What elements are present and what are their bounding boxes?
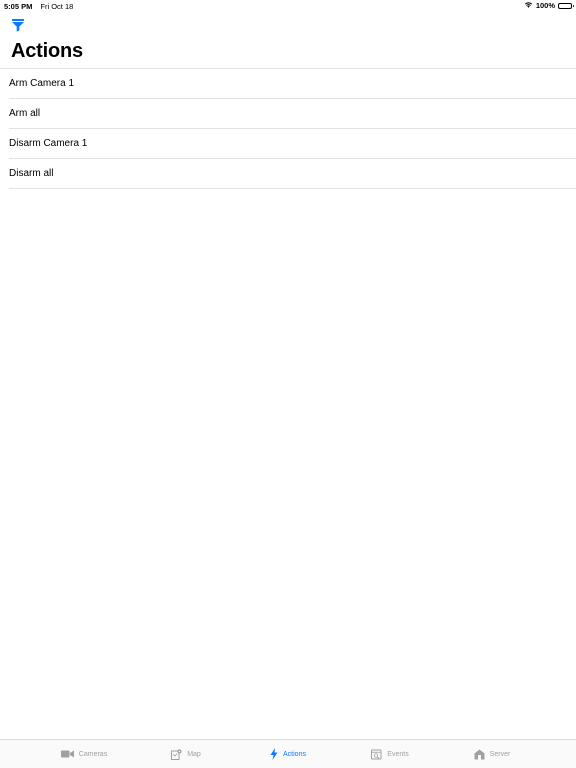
tab-actions-label: Actions	[283, 750, 306, 758]
action-item-arm-all[interactable]: Arm all	[9, 99, 576, 129]
action-item-disarm-camera-1[interactable]: Disarm Camera 1	[9, 129, 576, 159]
filter-button[interactable]	[11, 18, 25, 32]
status-right: 100%	[524, 1, 574, 10]
tab-cameras-label: Cameras	[78, 750, 108, 758]
tab-events-label: Events	[387, 750, 409, 758]
tab-map-label: Map	[187, 750, 201, 758]
tab-bar: Cameras Map Actions Events Server	[0, 739, 576, 768]
lightning-bolt-icon	[270, 748, 278, 760]
tab-server[interactable]: Server	[441, 740, 543, 768]
screen: 5:05 PM Fri Oct 18 100% Actions Arm Came…	[0, 0, 576, 768]
status-time: 5:05 PM	[4, 2, 33, 11]
battery-icon	[558, 2, 574, 9]
tab-actions[interactable]: Actions	[237, 740, 339, 768]
tab-cameras[interactable]: Cameras	[33, 740, 135, 768]
map-icon	[171, 748, 182, 760]
video-camera-icon	[60, 750, 74, 758]
tab-events[interactable]: Events	[339, 740, 441, 768]
server-house-icon	[474, 749, 485, 759]
events-icon	[371, 749, 382, 759]
page-title: Actions	[11, 40, 83, 62]
status-bar: 5:05 PM Fri Oct 18 100%	[0, 0, 576, 12]
status-left: 5:05 PM Fri Oct 18	[4, 2, 73, 11]
battery-percent: 100%	[535, 1, 555, 10]
tab-map[interactable]: Map	[135, 740, 237, 768]
action-item-disarm-all[interactable]: Disarm all	[9, 159, 576, 189]
action-list: Arm Camera 1 Arm all Disarm Camera 1 Dis…	[0, 68, 576, 189]
tab-server-label: Server	[489, 750, 511, 758]
action-item-arm-camera-1[interactable]: Arm Camera 1	[9, 69, 576, 99]
filter-icon	[12, 19, 24, 32]
status-date: Fri Oct 18	[40, 2, 74, 11]
wifi-icon	[524, 1, 533, 10]
